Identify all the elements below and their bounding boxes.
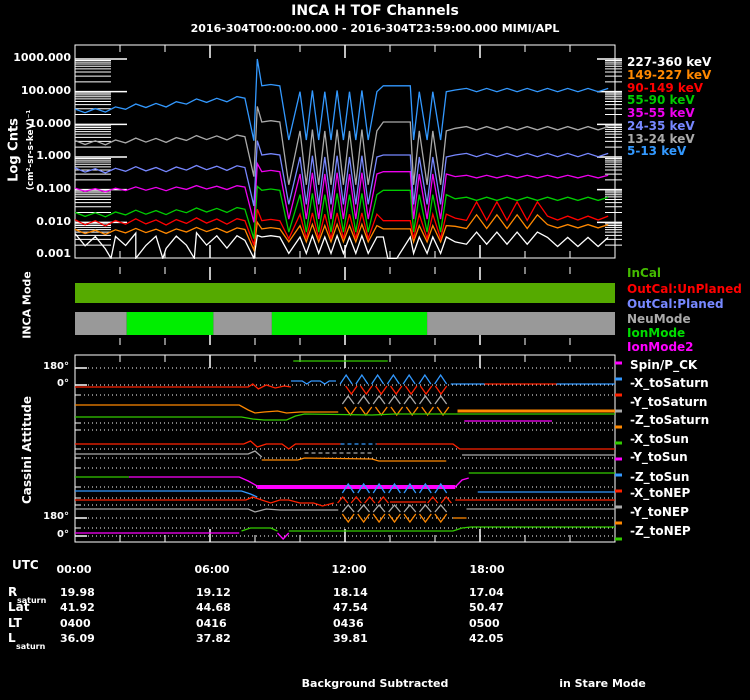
- legend-att-y-tonep: -Y_toNEP: [630, 505, 689, 519]
- legend-att-x-tosaturn: -X_toSaturn: [630, 376, 709, 390]
- y-tick-1000: 1000.000: [13, 51, 71, 64]
- eph-lt-c1: 0416: [196, 617, 227, 630]
- legend-att-y-tosaturn: -Y_toSaturn: [630, 395, 708, 409]
- legend-att-spin-pck: Spin/P_CK: [630, 358, 698, 372]
- eph-lt-c3: 0500: [469, 617, 500, 630]
- legend-att-z-tosaturn: -Z_toSaturn: [630, 413, 710, 427]
- time-range-subtitle: 2016-304T00:00:00.000 - 2016-304T23:59:0…: [190, 22, 560, 35]
- footer-stare-mode: in Stare Mode: [559, 677, 646, 690]
- legend-mode-ionmode: IonMode: [627, 326, 686, 340]
- utc-tick-0000: 00:00: [56, 563, 92, 576]
- legend-att-x-tosun: -X_toSun: [630, 432, 689, 446]
- mode-axis-title: INCA Mode: [20, 271, 34, 339]
- y-tick-0p001: 0.001: [36, 247, 71, 260]
- eph-lat-c1: 44.68: [196, 601, 231, 614]
- footer-background-subtracted: Background Subtracted: [301, 677, 449, 690]
- eph-label-l: L: [8, 631, 16, 645]
- attitude-axis-title: Cassini Attitude: [20, 395, 34, 505]
- eph-lat-c0: 41.92: [60, 601, 95, 614]
- att-tick-0-bottom: 0°: [57, 529, 69, 540]
- y-tick-100: 100.000: [20, 84, 71, 97]
- utc-axis-label: UTC: [12, 558, 39, 572]
- legend-att-z-tonep: -Z_toNEP: [630, 524, 691, 538]
- eph-lat-c2: 47.54: [333, 601, 368, 614]
- legend-channel-149-227: 149-227 keV: [627, 68, 712, 82]
- legend-mode-outcal-planed: OutCal:Planed: [627, 297, 724, 311]
- eph-lt-c0: 0400: [60, 617, 91, 630]
- eph-r-c1: 19.12: [196, 586, 231, 599]
- y-axis-units: (cm²-sr-s-keV)⁻¹: [26, 109, 36, 191]
- eph-r-c3: 17.04: [469, 586, 504, 599]
- legend-channel-35-55: 35-55 keV: [627, 106, 695, 120]
- eph-sub-l: saturn: [16, 642, 46, 651]
- eph-label-r: R: [8, 585, 18, 599]
- eph-lat-c3: 50.47: [469, 601, 504, 614]
- att-tick-180-bottom: 180°: [43, 511, 69, 522]
- legend-mode-ionmode2: IonMode2: [627, 340, 694, 354]
- eph-label-lt: LT: [8, 616, 22, 630]
- eph-label-lat: Lat: [8, 600, 30, 614]
- eph-l-c2: 39.81: [333, 632, 368, 645]
- legend-mode-incal: InCal: [627, 266, 662, 280]
- att-tick-180-top: 180°: [43, 361, 69, 372]
- utc-tick-1200: 12:00: [331, 563, 367, 576]
- legend-att-x-tonep: -X_toNEP: [630, 486, 691, 500]
- legend-att-y-tosun: -Y_toSun: [630, 450, 688, 464]
- legend-channel-5-13: 5-13 keV: [627, 144, 687, 158]
- eph-l-c3: 42.05: [469, 632, 504, 645]
- eph-r-c2: 18.14: [333, 586, 368, 599]
- utc-tick-1800: 18:00: [469, 563, 505, 576]
- page-title: INCA H TOF Channels: [291, 3, 459, 19]
- legend-channel-24-35: 24-35 keV: [627, 119, 695, 133]
- eph-l-c0: 36.09: [60, 632, 95, 645]
- legend-mode-neumode: NeuMode: [627, 312, 691, 326]
- eph-l-c1: 37.82: [196, 632, 231, 645]
- att-tick-0-top: 0°: [57, 378, 69, 389]
- inca-tof-plot-page: INCA H TOF Channels 2016-304T00:00:00.00…: [0, 0, 750, 700]
- legend-att-z-tosun: -Z_toSun: [630, 470, 690, 484]
- y-tick-0p01: 0.010: [36, 215, 71, 228]
- eph-lt-c2: 0436: [333, 617, 364, 630]
- utc-tick-0600: 06:00: [194, 563, 230, 576]
- legend-mode-outcal-unplaned: OutCal:UnPlaned: [627, 282, 742, 296]
- legend-channel-227-360: 227-360 keV: [627, 55, 712, 69]
- y-axis-title: Log Cnts: [6, 118, 22, 182]
- legend-channel-55-90: 55-90 keV: [627, 93, 695, 107]
- eph-r-c0: 19.98: [60, 586, 95, 599]
